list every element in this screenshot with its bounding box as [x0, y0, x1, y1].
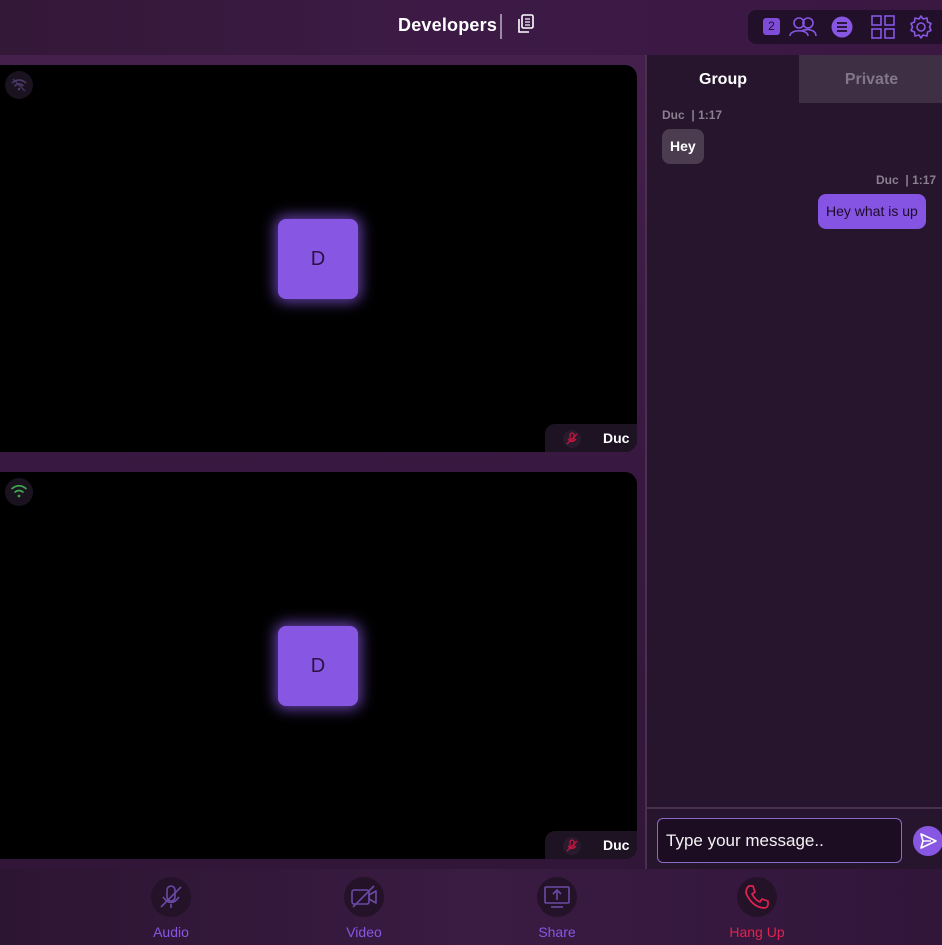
- send-icon[interactable]: [913, 826, 942, 856]
- audio-label: Audio: [153, 924, 189, 940]
- video-tile[interactable]: D Duc: [0, 65, 637, 452]
- mic-off-icon: [151, 877, 191, 917]
- share-label: Share: [538, 924, 576, 940]
- message-author: Duc: [876, 173, 899, 187]
- message-input[interactable]: [657, 818, 902, 863]
- participant-name: Duc: [603, 837, 630, 853]
- tab-private[interactable]: Private: [799, 55, 942, 103]
- participants-count-badge: 2: [763, 18, 780, 35]
- title-divider: [500, 14, 502, 39]
- avatar: D: [278, 219, 358, 299]
- grid-layout-icon[interactable]: [871, 15, 895, 39]
- message-time: 1:17: [698, 108, 723, 122]
- message-author: Duc: [662, 108, 685, 122]
- message-meta: Duc | 1:17: [662, 108, 722, 122]
- room-title: Developers: [398, 15, 498, 35]
- chat-panel: Group Private Duc | 1:17 Hey Duc | 1:17 …: [645, 55, 942, 869]
- call-controls: Audio Video Share Hang Up: [0, 869, 942, 945]
- header-toolbar: 2: [748, 10, 942, 44]
- tab-group[interactable]: Group: [647, 55, 799, 103]
- video-tile[interactable]: D Duc: [0, 472, 637, 859]
- screen-share-icon: [537, 877, 577, 917]
- chat-message-incoming: Hey: [662, 129, 704, 164]
- avatar: D: [278, 626, 358, 706]
- hang-up-button[interactable]: Hang Up: [717, 877, 797, 941]
- chat-composer: [647, 807, 942, 869]
- video-area: D Duc D Duc: [0, 55, 645, 869]
- chat-tabs: Group Private: [647, 55, 942, 103]
- mic-off-icon: [563, 430, 581, 448]
- audio-button[interactable]: Audio: [131, 877, 211, 941]
- participant-nameplate: Duc: [545, 424, 637, 452]
- participant-name: Duc: [603, 430, 630, 446]
- participant-nameplate: Duc: [545, 831, 637, 859]
- phone-icon: [737, 877, 777, 917]
- header: Developers 2: [0, 0, 942, 55]
- wifi-strong-icon: [5, 478, 33, 506]
- participants-icon[interactable]: [788, 16, 818, 38]
- copy-icon[interactable]: [515, 13, 537, 37]
- mic-off-icon: [563, 837, 581, 855]
- video-off-icon: [344, 877, 384, 917]
- chat-message-outgoing: Hey what is up: [818, 194, 926, 229]
- share-button[interactable]: Share: [517, 877, 597, 941]
- meta-separator: |: [902, 173, 909, 187]
- video-button[interactable]: Video: [324, 877, 404, 941]
- hang-up-label: Hang Up: [729, 924, 785, 940]
- video-label: Video: [346, 924, 382, 940]
- gear-icon[interactable]: [908, 14, 934, 40]
- chat-icon[interactable]: [830, 16, 854, 38]
- meta-separator: |: [688, 108, 695, 122]
- message-time: 1:17: [912, 173, 937, 187]
- message-meta: Duc | 1:17: [876, 173, 936, 187]
- wifi-weak-icon: [5, 71, 33, 99]
